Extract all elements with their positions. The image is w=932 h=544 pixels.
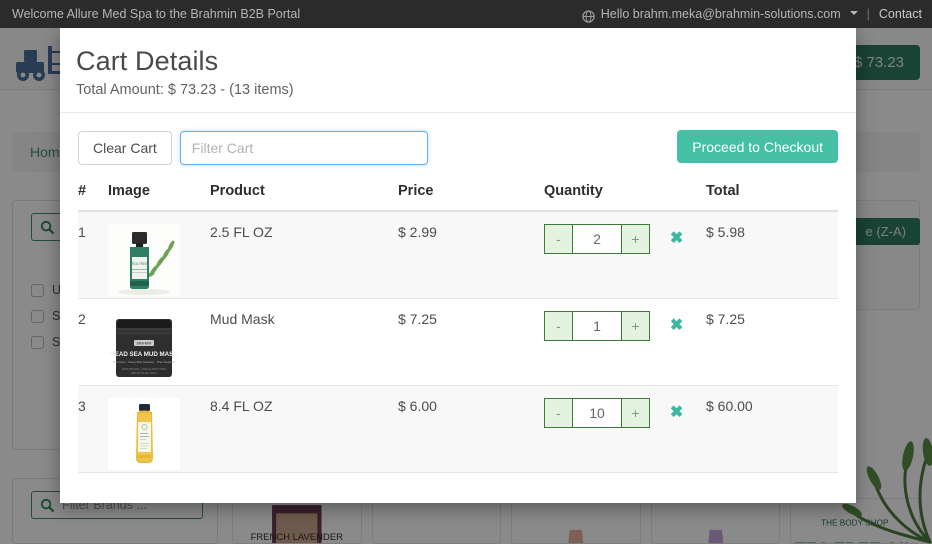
chevron-down-icon[interactable] [850,11,858,15]
quantity-increment-button[interactable]: + [622,311,650,341]
cart-details-modal: Cart Details Total Amount: $ 73.23 - (13… [60,28,856,503]
remove-item-icon[interactable]: ✖ [670,224,683,254]
quantity-increment-button[interactable]: + [622,398,650,428]
quantity-decrement-button[interactable]: - [544,398,572,428]
top-bar: Welcome Allure Med Spa to the Brahmin B2… [0,0,932,28]
remove-item-icon[interactable]: ✖ [670,311,683,341]
tea-tree-oil-bottle-thumbnail[interactable]: TEA TREE [108,224,180,296]
quantity-stepper: - + [544,311,650,341]
cart-items-table: # Image Product Price Quantity Total 1 [78,183,838,473]
quantity-stepper: - + [544,224,650,254]
row-total: $ 7.25 [706,298,838,385]
quantity-increment-button[interactable]: + [622,224,650,254]
quantity-input[interactable] [572,224,622,254]
quantity-decrement-button[interactable]: - [544,311,572,341]
app-root: $ 73.23 Home F Un Sp Sp [0,0,932,544]
quantity-input[interactable] [572,398,622,428]
amber-shampoo-bottle-thumbnail[interactable] [108,398,180,470]
filter-cart-input[interactable] [180,131,428,165]
row-quantity-cell: - + ✖ [544,298,706,385]
table-row: 2 BRAHMIN [78,298,838,385]
quantity-input[interactable] [572,311,622,341]
svg-text:Anti-Acne · Deep Skin Cleanse: Anti-Acne · Deep Skin Cleanse · Pore Red… [113,360,176,364]
svg-text:DEAD SEA MUD MASK: DEAD SEA MUD MASK [110,351,178,358]
quantity-decrement-button[interactable]: - [544,224,572,254]
column-header-price: Price [398,183,544,211]
clear-cart-button[interactable]: Clear Cart [78,131,172,165]
cart-total-summary: Total Amount: $ 73.23 - (13 items) [76,82,836,98]
row-product-name: 8.4 FL OZ [210,385,398,472]
row-quantity-cell: - + ✖ [544,211,706,298]
row-total: $ 60.00 [706,385,838,472]
column-header-product: Product [210,183,398,211]
svg-text:NET WT 8.8 OZ / 250 G: NET WT 8.8 OZ / 250 G [131,372,157,375]
modal-header: Cart Details Total Amount: $ 73.23 - (13… [60,28,856,113]
row-image-cell [108,385,210,472]
table-header: # Image Product Price Quantity Total [78,183,838,211]
table-row: 1 [78,211,838,298]
svg-text:TEA TREE: TEA TREE [131,262,148,266]
svg-text:100% NATURAL · FOR ALL SKIN TY: 100% NATURAL · FOR ALL SKIN TYPES [122,368,167,371]
row-number: 1 [78,211,108,298]
proceed-to-checkout-button[interactable]: Proceed to Checkout [677,130,838,163]
account-area: Hello brahm.meka@brahmin-solutions.com |… [582,0,922,28]
account-greeting[interactable]: Hello brahm.meka@brahmin-solutions.com [601,0,841,28]
table-body: 1 [78,211,838,472]
column-header-total: Total [706,183,838,211]
welcome-message: Welcome Allure Med Spa to the Brahmin B2… [12,0,300,28]
modal-body: Clear Cart Proceed to Checkout # Image P… [60,113,856,473]
row-image-cell: BRAHMIN DEAD SEA MUD MASK Anti-Acne · De… [108,298,210,385]
row-quantity-cell: - + ✖ [544,385,706,472]
column-header-number: # [78,183,108,211]
row-image-cell: TEA TREE [108,211,210,298]
row-total: $ 5.98 [706,211,838,298]
row-number: 2 [78,298,108,385]
row-product-name: Mud Mask [210,298,398,385]
svg-text:BRAHMIN: BRAHMIN [137,341,152,345]
globe-icon [582,10,595,23]
dead-sea-mud-mask-thumbnail[interactable]: BRAHMIN DEAD SEA MUD MASK Anti-Acne · De… [108,311,180,383]
row-price: $ 6.00 [398,385,544,472]
row-product-name: 2.5 FL OZ [210,211,398,298]
quantity-stepper: - + [544,398,650,428]
row-price: $ 2.99 [398,211,544,298]
contact-link[interactable]: Contact [879,0,922,28]
row-number: 3 [78,385,108,472]
topbar-separator: | [867,0,870,28]
row-price: $ 7.25 [398,298,544,385]
table-header-row: # Image Product Price Quantity Total [78,183,838,211]
column-header-image: Image [108,183,210,211]
page-title: Cart Details [76,46,836,77]
cart-toolbar: Clear Cart Proceed to Checkout [78,129,838,167]
table-row: 3 [78,385,838,472]
column-header-quantity: Quantity [544,183,706,211]
remove-item-icon[interactable]: ✖ [670,398,683,428]
